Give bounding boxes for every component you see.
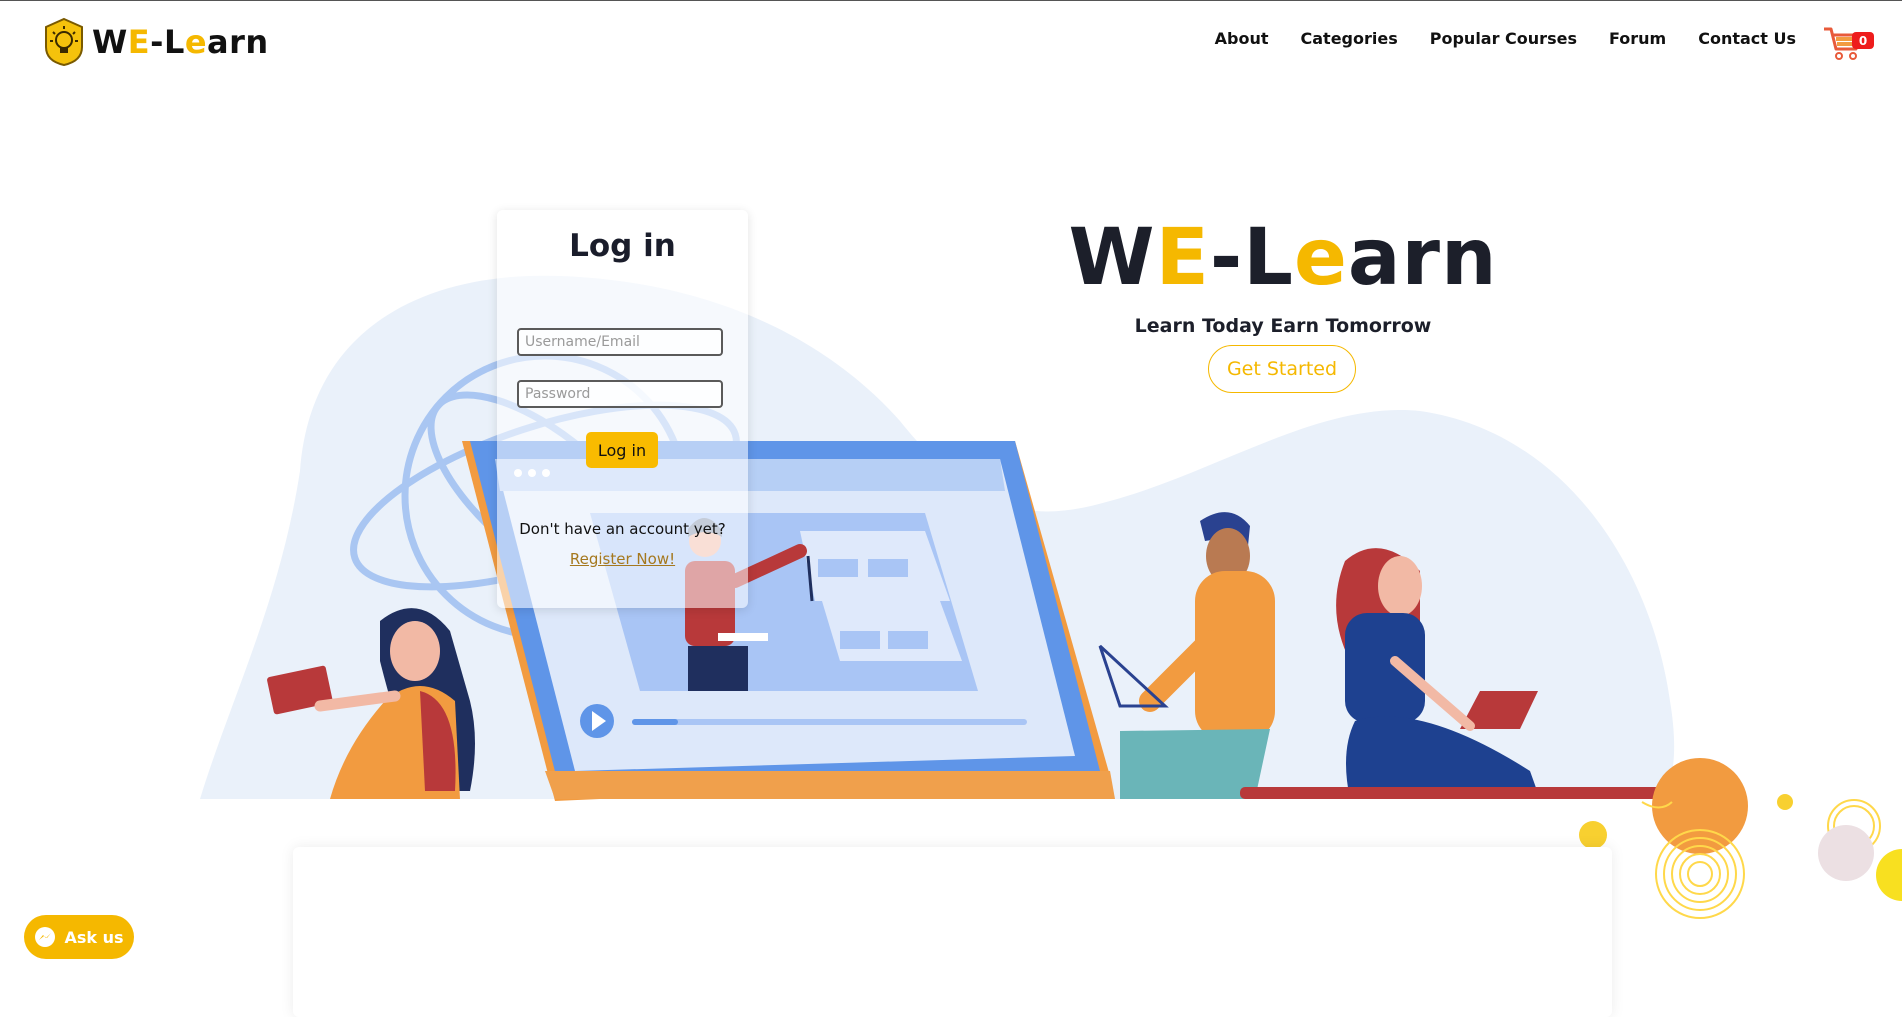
nav-popular-courses[interactable]: Popular Courses	[1430, 29, 1577, 48]
lightbulb-shield-icon	[45, 17, 83, 67]
username-input[interactable]	[517, 328, 723, 356]
nav-forum[interactable]: Forum	[1609, 29, 1666, 48]
nav-categories[interactable]: Categories	[1301, 29, 1398, 48]
register-link[interactable]: Register Now!	[497, 550, 748, 568]
bench-graphic	[1240, 787, 1720, 799]
messenger-icon	[35, 927, 56, 947]
content-card	[293, 847, 1612, 1017]
man-with-laptop-figure	[1098, 512, 1275, 799]
ask-us-chat-button[interactable]: Ask us	[24, 915, 134, 959]
login-button[interactable]: Log in	[586, 432, 658, 468]
background-blob	[200, 275, 1675, 799]
get-started-button[interactable]: Get Started	[1208, 345, 1356, 393]
brand-logo[interactable]: WE-Learn	[42, 17, 269, 67]
hero-title: WE-Learn	[1068, 213, 1498, 303]
no-account-text: Don't have an account yet?	[519, 520, 726, 538]
nav-contact-us[interactable]: Contact Us	[1698, 29, 1796, 48]
login-title: Log in	[569, 228, 676, 264]
hero-tagline: Learn Today Earn Tomorrow	[1134, 315, 1432, 337]
cart-count-badge: 0	[1852, 32, 1874, 49]
brand-wordmark: WE-Learn	[92, 23, 269, 61]
password-input[interactable]	[517, 380, 723, 408]
woman-with-laptop-figure	[1336, 548, 1540, 799]
decorative-circles	[1579, 758, 1902, 919]
ask-us-label: Ask us	[64, 927, 124, 947]
nav-about[interactable]: About	[1215, 29, 1269, 48]
woman-with-tablet-figure	[267, 608, 475, 799]
main-nav: About Categories Popular Courses Forum C…	[1215, 29, 1796, 48]
login-card: Log in Log in Don't have an account yet?…	[497, 210, 748, 608]
